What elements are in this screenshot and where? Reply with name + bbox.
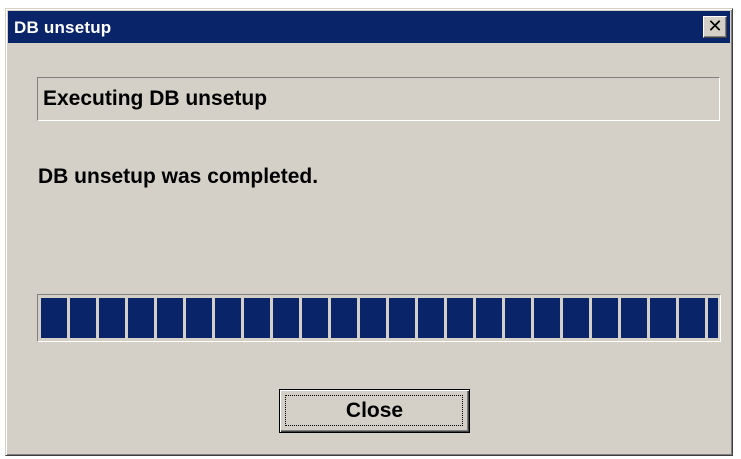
close-button[interactable]: Close <box>279 389 470 433</box>
title-bar[interactable]: DB unsetup ✕ <box>8 11 730 43</box>
progress-bar <box>37 294 721 342</box>
status-box: Executing DB unsetup <box>37 77 720 121</box>
completion-message: DB unsetup was completed. <box>38 165 319 188</box>
close-button-label: Close <box>345 399 404 422</box>
window-title: DB unsetup <box>14 18 112 37</box>
progress-fill <box>41 298 718 338</box>
status-text: Executing DB unsetup <box>43 87 268 110</box>
progress-track <box>41 298 718 338</box>
close-window-icon[interactable]: ✕ <box>703 16 727 38</box>
db-unsetup-dialog: DB unsetup ✕ Executing DB unsetup DB uns… <box>5 8 733 456</box>
